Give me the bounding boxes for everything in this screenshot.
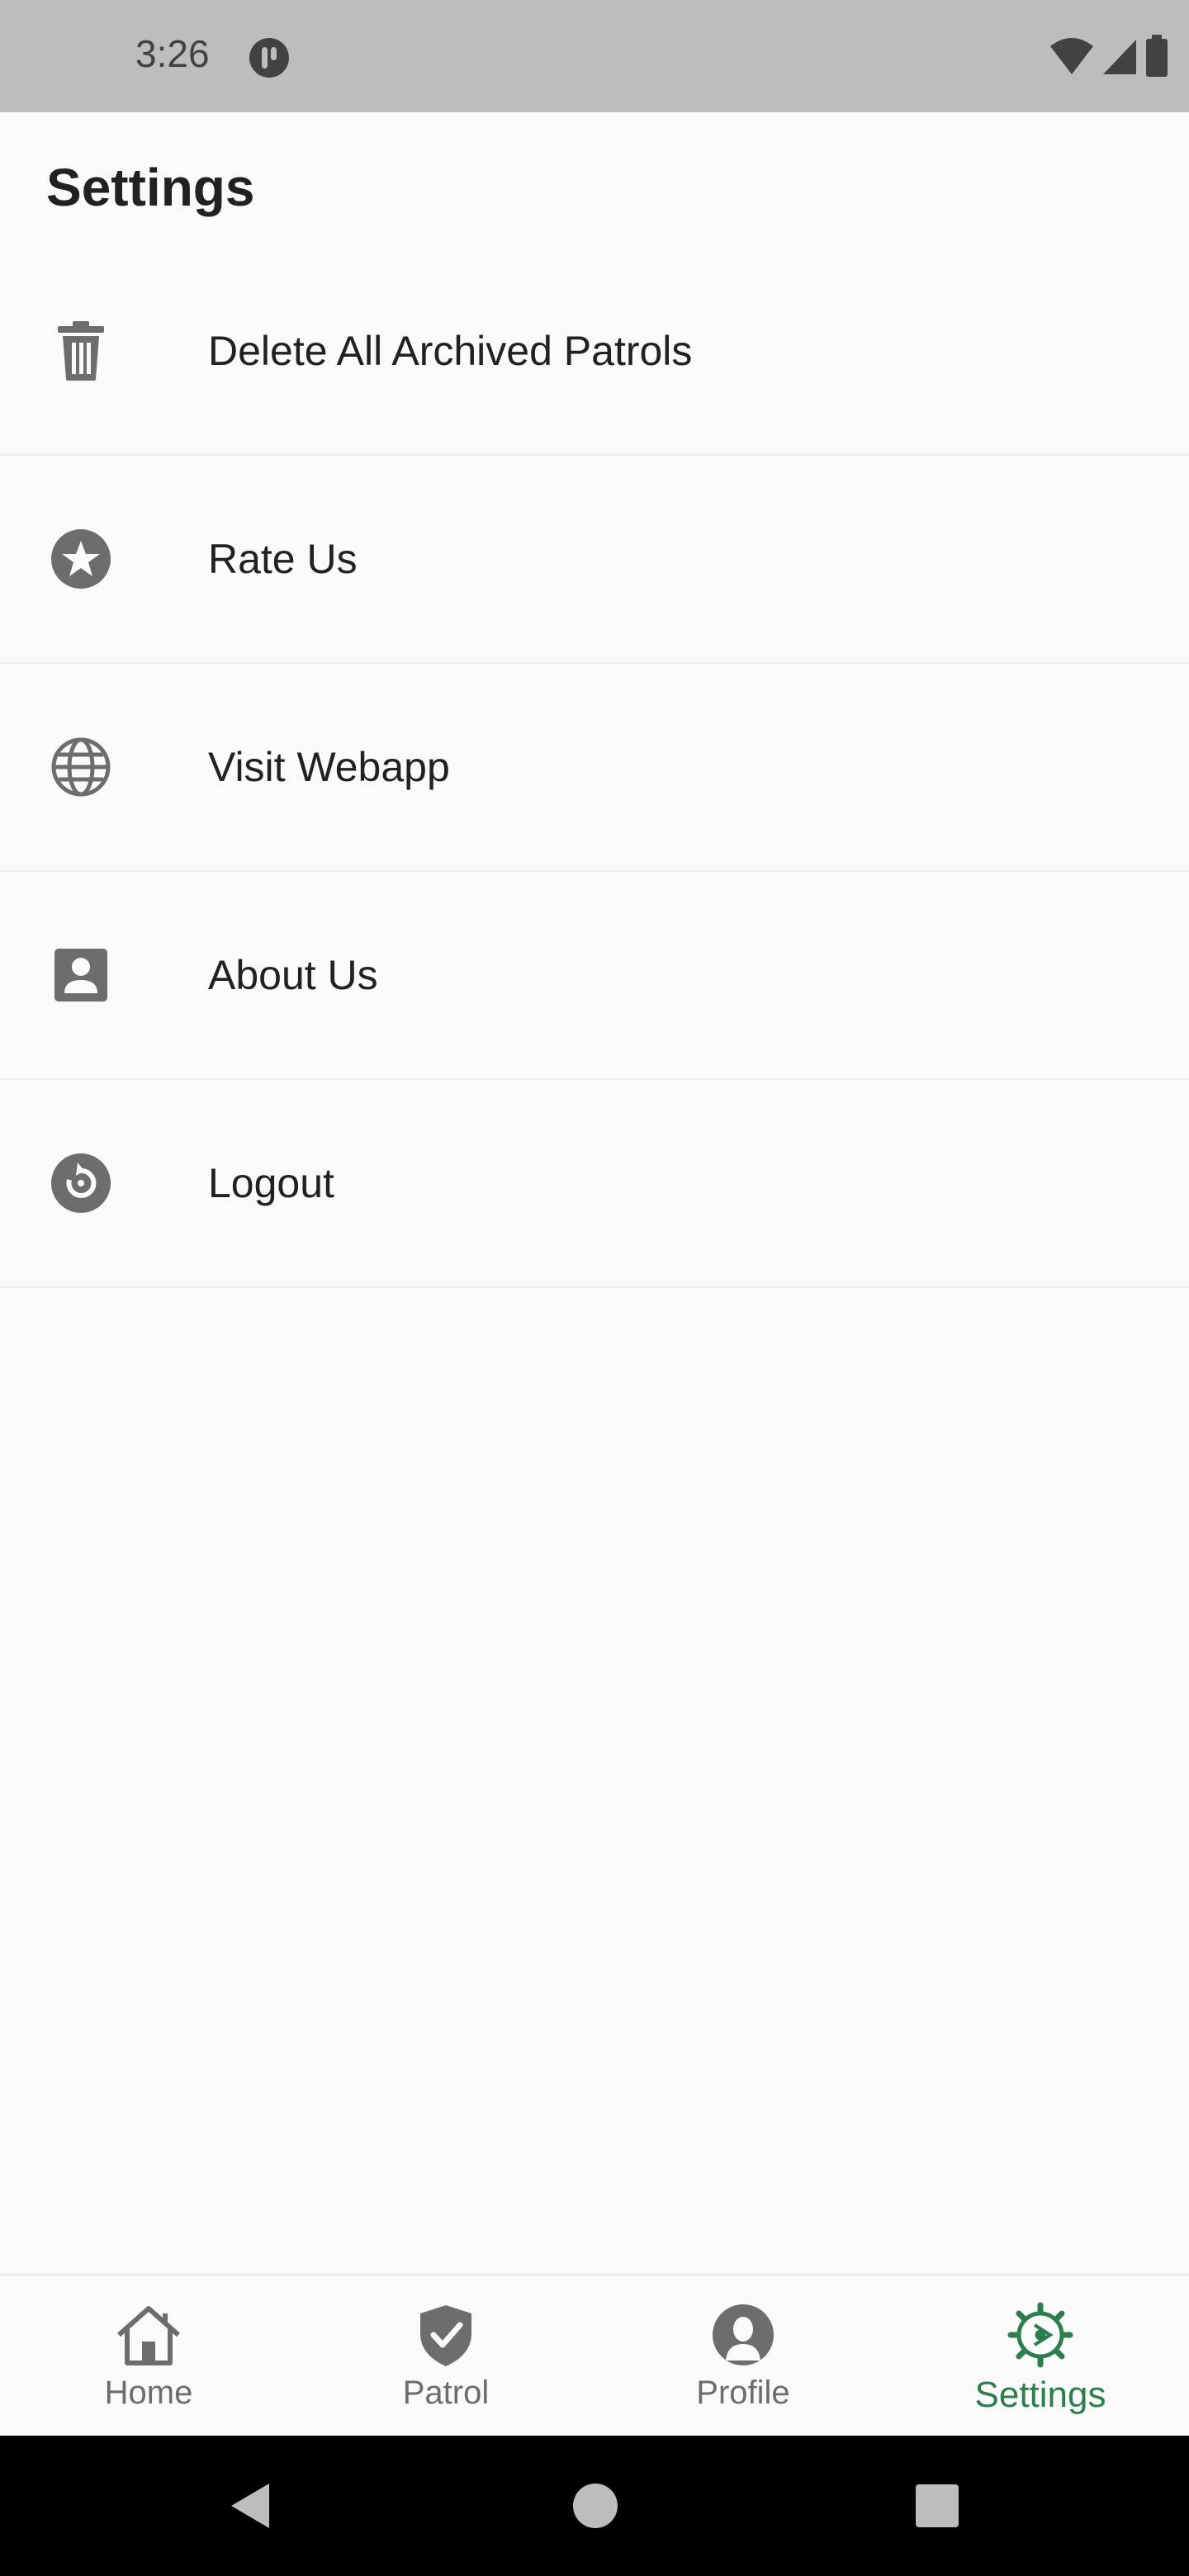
settings-list: Delete All Archived Patrols Rate Us Visi… bbox=[0, 248, 1189, 1288]
status-time: 3:26 bbox=[135, 32, 210, 75]
recents-square-icon[interactable] bbox=[908, 2477, 966, 2535]
app-notification-icon bbox=[248, 36, 291, 79]
home-circle-icon[interactable] bbox=[566, 2477, 624, 2535]
back-icon[interactable] bbox=[221, 2477, 279, 2535]
nav-item-settings[interactable]: Settings bbox=[892, 2275, 1189, 2436]
star-circle-icon bbox=[46, 524, 116, 594]
contact-card-icon bbox=[46, 940, 116, 1010]
globe-icon bbox=[46, 732, 116, 802]
trash-icon bbox=[46, 316, 116, 386]
bottom-navigation: Home Patrol Profile Settings bbox=[0, 2274, 1189, 2436]
settings-item-label: Visit Webapp bbox=[208, 744, 450, 790]
settings-item-about-us[interactable]: About Us bbox=[0, 872, 1189, 1080]
profile-icon bbox=[708, 2300, 778, 2370]
shield-check-icon bbox=[411, 2300, 481, 2370]
settings-item-label: About Us bbox=[208, 952, 378, 998]
status-bar: 3:26 bbox=[0, 0, 1189, 112]
settings-item-label: Logout bbox=[208, 1160, 334, 1206]
restart-circle-icon bbox=[46, 1148, 116, 1218]
nav-item-patrol[interactable]: Patrol bbox=[297, 2275, 594, 2436]
settings-item-visit-webapp[interactable]: Visit Webapp bbox=[0, 664, 1189, 872]
settings-item-delete-archived-patrols[interactable]: Delete All Archived Patrols bbox=[0, 248, 1189, 456]
nav-item-home[interactable]: Home bbox=[0, 2275, 297, 2436]
nav-label: Patrol bbox=[402, 2375, 490, 2411]
cellular-signal-icon bbox=[1100, 36, 1139, 80]
nav-label: Profile bbox=[696, 2375, 790, 2411]
home-icon bbox=[114, 2300, 183, 2370]
nav-item-profile[interactable]: Profile bbox=[594, 2275, 892, 2436]
wifi-icon bbox=[1049, 36, 1095, 80]
battery-icon bbox=[1144, 35, 1169, 82]
gear-icon bbox=[1006, 2300, 1075, 2370]
system-navigation-bar bbox=[0, 2436, 1189, 2576]
settings-item-rate-us[interactable]: Rate Us bbox=[0, 456, 1189, 664]
nav-label: Settings bbox=[974, 2375, 1106, 2415]
settings-item-logout[interactable]: Logout bbox=[0, 1080, 1189, 1288]
nav-label: Home bbox=[104, 2375, 193, 2411]
settings-item-label: Rate Us bbox=[208, 536, 358, 582]
page-title: Settings bbox=[46, 158, 255, 217]
settings-item-label: Delete All Archived Patrols bbox=[208, 328, 693, 374]
